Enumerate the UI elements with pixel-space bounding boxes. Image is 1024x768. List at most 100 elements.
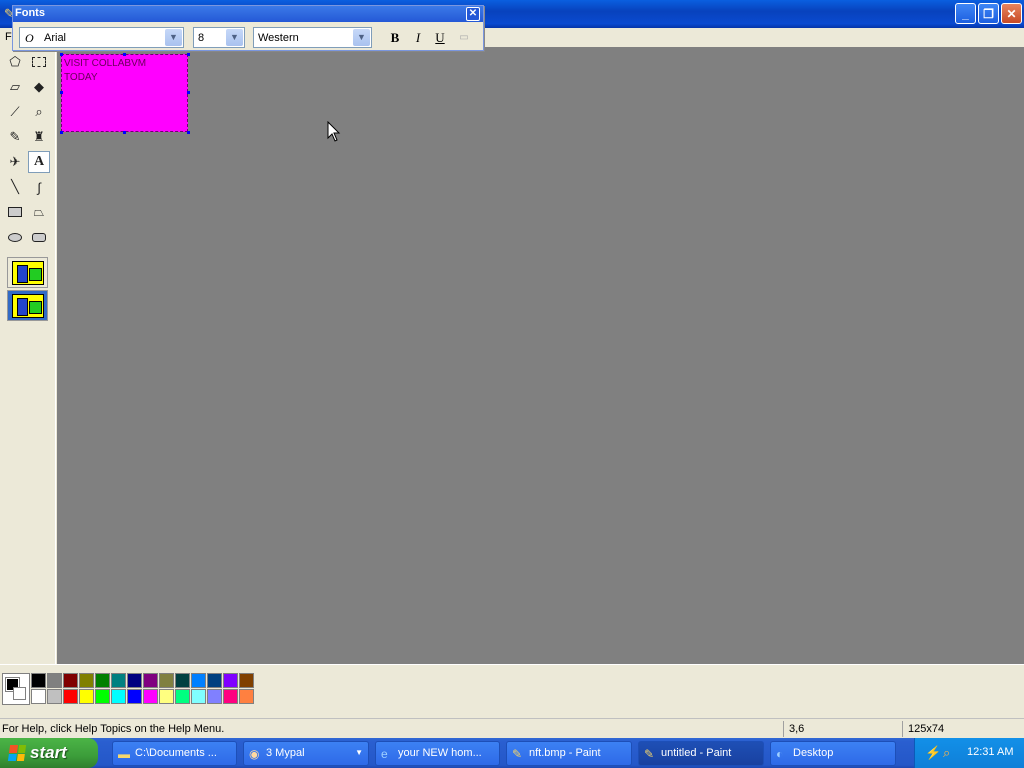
palette-swatch[interactable] [111,689,126,704]
vertical-text-button[interactable]: ▭ [454,29,474,47]
resize-handle[interactable] [187,91,190,94]
palette-swatch[interactable] [95,689,110,704]
palette-swatch[interactable] [127,673,142,688]
clock[interactable]: 12:31 AM [967,746,1013,758]
palette-swatch[interactable] [143,673,158,688]
resize-handle[interactable] [60,53,63,56]
canvas-area[interactable]: VISIT COLLABVM TODAY [57,47,1024,664]
resize-handle[interactable] [123,53,126,56]
minimize-button[interactable]: _ [955,3,976,24]
palette-swatch[interactable] [47,673,62,688]
fonts-toolbar: Fonts ✕ O Arial ▼ 8 ▼ Western ▼ B I U ▭ [12,5,484,51]
airbrush-icon[interactable]: ✈ [4,151,26,173]
opaque-option-icon [11,260,44,285]
palette-swatch[interactable] [223,673,238,688]
taskbar-item[interactable]: ✎ nft.bmp - Paint [506,741,632,766]
fonts-toolbar-titlebar[interactable]: Fonts ✕ [13,6,483,22]
resize-handle[interactable] [187,53,190,56]
taskbar-item[interactable]: ◉ 3 Mypal ▼ [243,741,369,766]
palette-swatch[interactable] [239,689,254,704]
window-controls: _ ❐ ✕ [955,3,1022,24]
palette-swatch[interactable] [175,673,190,688]
taskbar-item-active[interactable]: ✎ untitled - Paint [638,741,764,766]
paint-icon: ✎ [512,747,523,761]
palette-swatch[interactable] [127,689,142,704]
brush-icon[interactable]: ♜ [28,126,50,148]
resize-handle[interactable] [60,91,63,94]
network-icon[interactable]: ⚡ [925,745,941,761]
magnifier-icon[interactable]: ⌕ [28,101,50,123]
font-name-dropdown[interactable]: O Arial ▼ [19,27,184,48]
palette-swatch[interactable] [159,689,174,704]
opentype-font-icon: O [25,31,34,45]
taskbar-item[interactable]: e your NEW hom... [375,741,500,766]
palette-swatch[interactable] [207,673,222,688]
palette-swatch[interactable] [191,689,206,704]
palette-swatch[interactable] [223,689,238,704]
palette-swatch[interactable] [47,689,62,704]
color-picker-icon[interactable]: ⟋ [4,101,26,123]
current-colors[interactable] [2,673,30,705]
close-button[interactable]: ✕ [1001,3,1022,24]
palette-swatch[interactable] [79,673,94,688]
taskbar-item[interactable]: ▬ C:\Documents ... [112,741,237,766]
transparent-background-option[interactable] [7,290,48,321]
polygon-icon[interactable]: ⏢ [28,201,50,223]
start-button[interactable]: start [0,738,98,768]
palette-swatch[interactable] [63,689,78,704]
rounded-rect-icon[interactable] [28,226,50,248]
palette-swatch[interactable] [31,689,46,704]
fill-bucket-icon[interactable]: ◆ [28,76,50,98]
font-script-value: Western [258,32,299,44]
status-selection-size: 125x74 [908,723,945,735]
palette-swatch[interactable] [175,689,190,704]
text-tool-icon[interactable]: A [28,151,50,173]
search-icon[interactable]: ⌕ [943,745,950,761]
status-divider [783,721,784,737]
curve-icon[interactable]: ∫ [28,176,50,198]
font-name-value: Arial [44,32,67,44]
fonts-close-button[interactable]: ✕ [466,7,480,21]
rect-select-icon[interactable] [28,51,50,73]
opaque-background-option[interactable] [7,257,48,288]
palette-swatch[interactable] [191,673,206,688]
resize-handle[interactable] [60,131,63,134]
taskbar-item[interactable]: ◐ Desktop [770,741,896,766]
chevron-down-icon[interactable]: ▼ [165,29,182,46]
resize-handle[interactable] [123,131,126,134]
font-size-dropdown[interactable]: 8 ▼ [193,27,245,48]
chevron-down-icon[interactable]: ▼ [353,29,370,46]
status-bar: For Help, click Help Topics on the Help … [0,718,1024,738]
bold-button[interactable]: B [385,29,405,47]
windows-logo-icon [7,745,27,761]
text-line-1: VISIT COLLABVM [64,58,147,69]
free-form-select-icon[interactable]: ⬠ [4,51,26,73]
eraser-icon[interactable]: ▱ [4,76,26,98]
taskbar-item-label: your NEW hom... [398,747,482,759]
palette-swatch[interactable] [63,673,78,688]
palette-swatch[interactable] [239,673,254,688]
underline-button[interactable]: U [430,29,450,47]
ellipse-icon[interactable] [4,226,26,248]
resize-handle[interactable] [187,131,190,134]
taskbar-item-label: nft.bmp - Paint [529,747,601,759]
palette-swatch[interactable] [207,689,222,704]
taskbar-item-label: untitled - Paint [661,747,732,759]
pencil-icon[interactable]: ✎ [4,126,26,148]
menu-file[interactable]: F [5,31,12,43]
palette-swatch[interactable] [159,673,174,688]
font-script-dropdown[interactable]: Western ▼ [253,27,372,48]
rectangle-icon[interactable] [4,201,26,223]
palette-swatch[interactable] [79,689,94,704]
palette-swatch[interactable] [95,673,110,688]
italic-button[interactable]: I [408,29,428,47]
palette-swatch[interactable] [143,689,158,704]
restore-button[interactable]: ❐ [978,3,999,24]
taskbar-item-label: 3 Mypal [266,747,305,759]
fonts-toolbar-title: Fonts [15,7,45,19]
palette-swatch[interactable] [111,673,126,688]
line-icon[interactable]: ╲ [4,176,26,198]
palette-swatch[interactable] [31,673,46,688]
chevron-down-icon[interactable]: ▼ [226,29,243,46]
text-box[interactable]: VISIT COLLABVM TODAY [61,54,188,132]
